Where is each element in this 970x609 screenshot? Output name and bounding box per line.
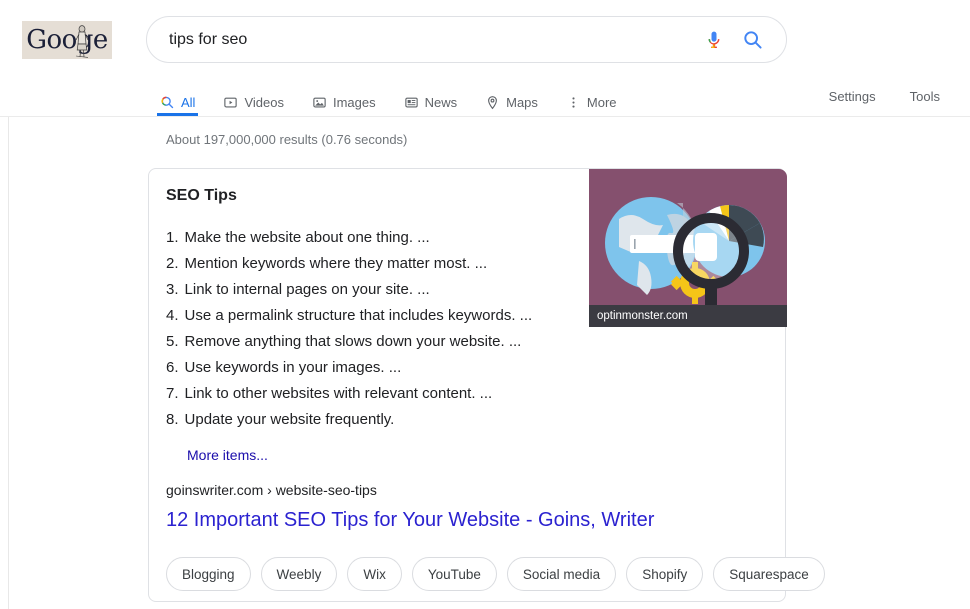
tab-videos-label: Videos — [244, 95, 284, 110]
google-doodle-logo[interactable]: Googe — [22, 21, 112, 59]
list-item-number: 8. — [166, 411, 179, 428]
tab-maps[interactable]: Maps — [485, 82, 538, 116]
result-stats: About 197,000,000 results (0.76 seconds) — [166, 132, 408, 147]
tab-news-label: News — [424, 95, 458, 110]
tab-images[interactable]: Images — [312, 82, 376, 116]
list-item-number: 6. — [166, 359, 179, 376]
search-box[interactable] — [146, 16, 787, 63]
seo-illustration — [589, 169, 787, 327]
list-item-number: 1. — [166, 229, 179, 246]
settings-button[interactable]: Settings — [829, 89, 876, 104]
tab-videos[interactable]: Videos — [223, 82, 284, 116]
tab-images-label: Images — [332, 95, 376, 110]
list-item-text: Make the website about one thing. ... — [184, 229, 430, 246]
list-item-number: 3. — [166, 281, 179, 298]
chip-wix[interactable]: Wix — [347, 557, 402, 591]
tab-all[interactable]: All — [156, 82, 199, 116]
chip-weebly[interactable]: Weebly — [260, 557, 338, 591]
map-pin-icon — [488, 96, 498, 110]
chip-shopify[interactable]: Shopify — [626, 557, 704, 591]
list-item-number: 4. — [166, 307, 179, 324]
video-icon — [224, 97, 238, 108]
list-item: 8. Update your website frequently. — [166, 407, 586, 433]
featured-snippet-list: 1. Make the website about one thing. ...… — [166, 225, 586, 433]
list-item: 7. Link to other websites with relevant … — [166, 381, 586, 407]
list-item-text: Use a permalink structure that includes … — [184, 307, 533, 324]
list-item: 1. Make the website about one thing. ... — [166, 225, 586, 251]
list-item-number: 7. — [166, 385, 179, 402]
tab-news[interactable]: News — [404, 82, 458, 116]
list-item-text: Link to internal pages on your site. ... — [184, 281, 430, 298]
result-title-link[interactable]: 12 Important SEO Tips for Your Website -… — [166, 507, 654, 533]
chip-youtube[interactable]: YouTube — [411, 557, 497, 591]
search-icon — [161, 96, 174, 109]
nav-utilities: Settings Tools — [829, 82, 950, 104]
microphone-icon[interactable] — [700, 26, 728, 54]
list-item: 6. Use keywords in your images. ... — [166, 355, 586, 381]
tab-maps-label: Maps — [506, 95, 538, 110]
search-submit-icon[interactable] — [738, 25, 768, 55]
list-item-text: Mention keywords where they matter most.… — [184, 255, 488, 272]
list-item: 4. Use a permalink structure that includ… — [166, 303, 586, 329]
list-item-text: Use keywords in your images. ... — [184, 359, 402, 376]
chip-blogging[interactable]: Blogging — [166, 557, 251, 591]
chip-social-media[interactable]: Social media — [506, 557, 617, 591]
featured-snippet-title: SEO Tips — [166, 187, 237, 204]
search-tabs: All Videos Images News Maps More Setting… — [156, 82, 950, 117]
tools-button[interactable]: Tools — [910, 89, 940, 104]
search-header: Googe tips for seo All Videos Images New… — [0, 0, 970, 117]
tab-all-label: All — [181, 95, 196, 110]
logo-text: Googe — [26, 25, 108, 55]
thumbnail-caption: optinmonster.com — [589, 305, 787, 327]
list-item-number: 2. — [166, 255, 179, 272]
more-vertical-icon — [572, 97, 575, 108]
result-breadcrumb: goinswriter.com › website-seo-tips — [166, 482, 377, 498]
list-item-number: 5. — [166, 333, 179, 350]
tab-more-label: More — [586, 95, 617, 110]
list-item: 5. Remove anything that slows down your … — [166, 329, 586, 355]
list-item-text: Link to other websites with relevant con… — [184, 385, 493, 402]
news-icon — [404, 97, 418, 108]
featured-snippet-thumbnail[interactable]: optinmonster.com — [589, 169, 787, 327]
image-icon — [313, 97, 326, 108]
list-item-text: Update your website frequently. — [184, 411, 395, 428]
search-input[interactable] — [167, 23, 700, 56]
more-items-link[interactable]: More items... — [187, 447, 268, 463]
tab-more[interactable]: More — [566, 82, 617, 116]
list-item: 2. Mention keywords where they matter mo… — [166, 251, 586, 277]
list-item: 3. Link to internal pages on your site. … — [166, 277, 586, 303]
chip-squarespace[interactable]: Squarespace — [713, 557, 825, 591]
featured-snippet-card: SEO Tips 1. Make the website about one t… — [148, 168, 825, 602]
related-search-chips: Blogging Weebly Wix YouTube Social media… — [166, 557, 825, 591]
list-item-text: Remove anything that slows down your web… — [184, 333, 522, 350]
